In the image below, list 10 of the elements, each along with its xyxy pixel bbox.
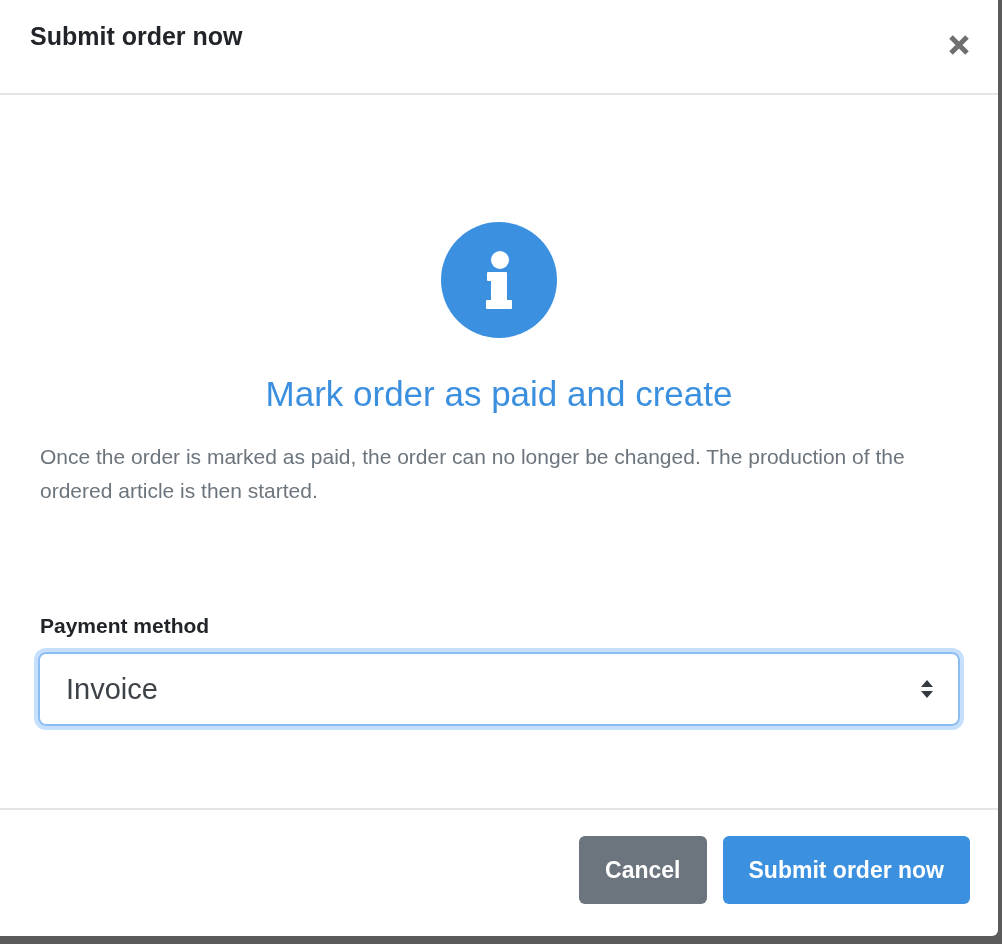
alert-heading: Mark order as paid and create [265, 374, 733, 414]
alert-message: Once the order is marked as paid, the order can no longer be changed. The production of the ordered article is then started. [39, 444, 906, 504]
info-icon [441, 222, 557, 338]
sort-caret-icon [920, 679, 934, 699]
field-label: Payment method [39, 614, 211, 638]
close-button[interactable] [948, 34, 970, 56]
dialog-title: Submit order now [30, 22, 243, 51]
close-icon [948, 34, 970, 56]
submit-button[interactable]: Submit order now [722, 836, 970, 904]
cancel-button[interactable]: Cancel [579, 836, 707, 904]
